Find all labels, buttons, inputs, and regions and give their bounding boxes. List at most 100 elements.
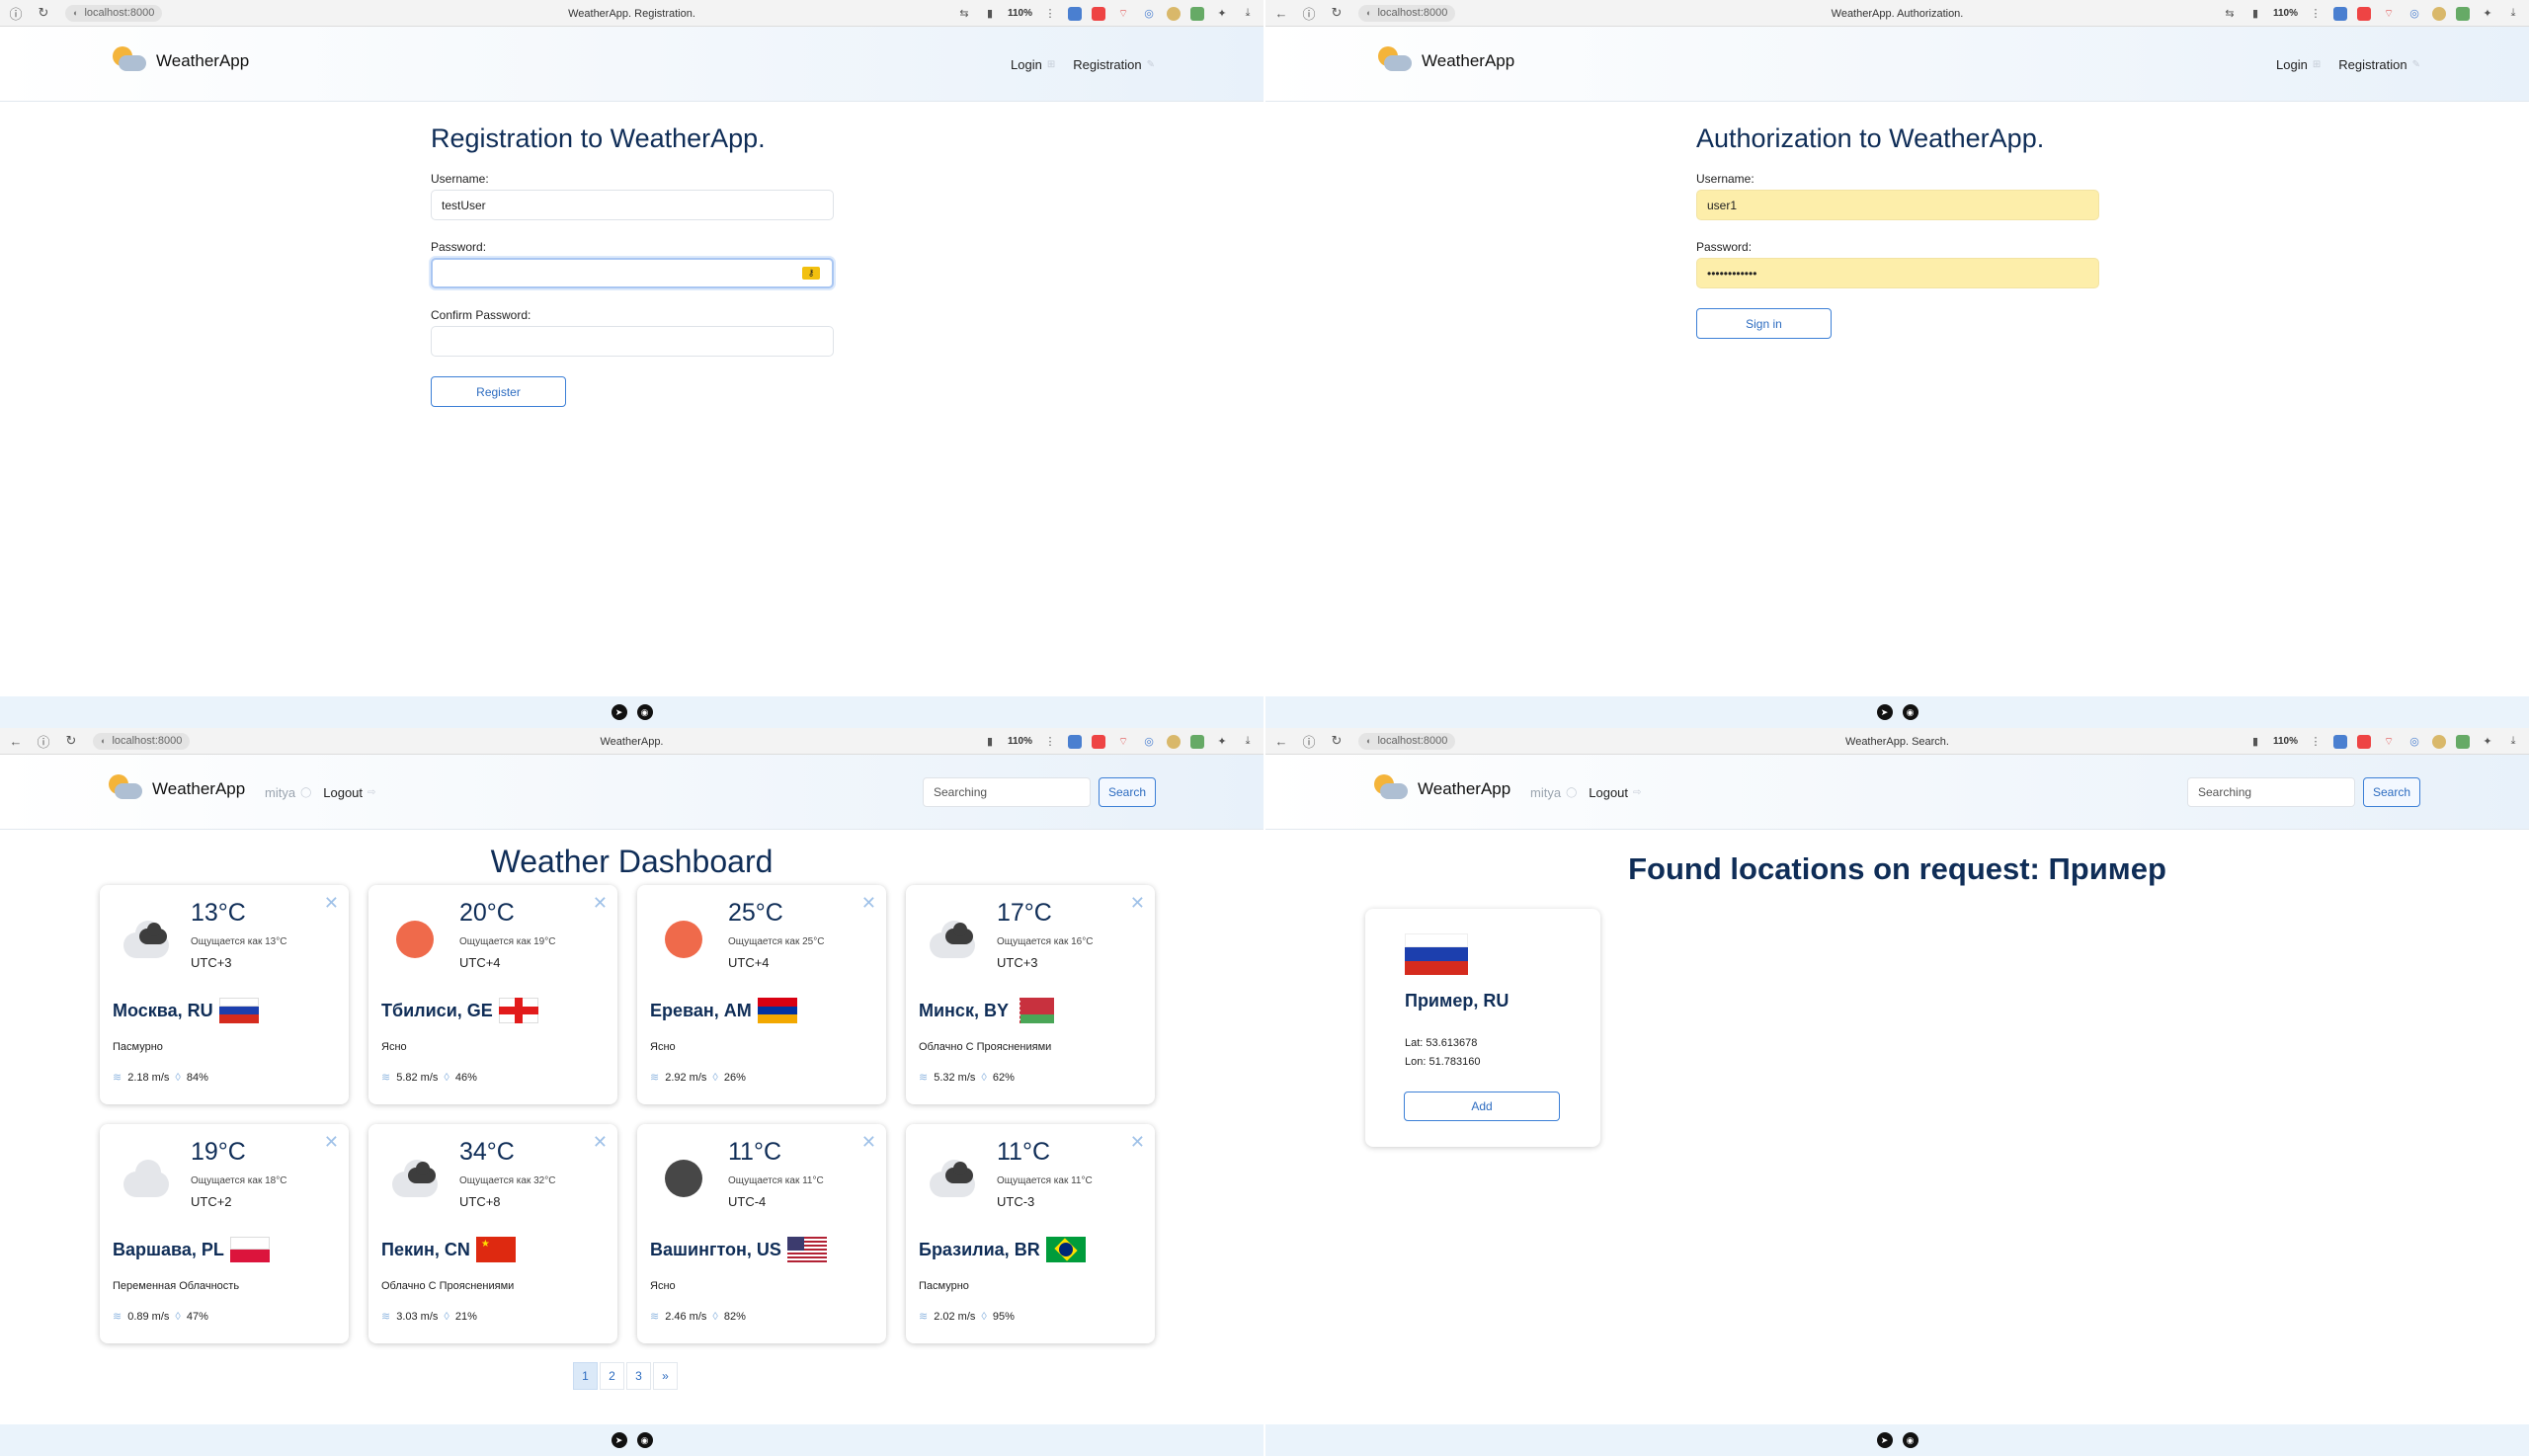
app-logo[interactable]: WeatherApp <box>1372 772 1510 806</box>
confirm-password-field[interactable] <box>431 326 834 357</box>
more-icon[interactable]: ⋮ <box>1042 6 1058 22</box>
address-bar[interactable]: ◐ localhost:8000 <box>1358 4 1456 22</box>
next-page-button[interactable]: » <box>653 1362 678 1390</box>
compass-icon[interactable]: ◎ <box>2407 734 2422 750</box>
address-bar[interactable]: ◐ localhost:8000 <box>93 732 191 750</box>
download-icon[interactable]: ⤓ <box>2505 6 2521 22</box>
register-button[interactable]: Register <box>431 376 566 407</box>
add-location-button[interactable]: Add <box>1404 1092 1560 1121</box>
back-icon[interactable]: ← <box>1271 731 1291 751</box>
bookmark-icon[interactable]: ▮ <box>982 6 998 22</box>
extension-icon[interactable] <box>1092 734 1105 749</box>
search-input[interactable]: Searching <box>923 777 1091 807</box>
page-2-button[interactable]: 2 <box>600 1362 624 1390</box>
address-bar[interactable]: ◐ localhost:8000 <box>1358 732 1456 750</box>
reload-icon[interactable]: ↻ <box>1327 731 1346 751</box>
back-icon[interactable]: ← <box>1271 3 1291 23</box>
back-icon[interactable]: ← <box>6 731 26 751</box>
download-icon[interactable]: ⤓ <box>2505 734 2521 750</box>
reload-icon[interactable]: ↻ <box>61 731 81 751</box>
extension-icon[interactable] <box>2357 6 2371 21</box>
logout-link[interactable]: Logout ⇨ <box>323 785 375 800</box>
login-link[interactable]: Login ⊞ <box>1011 57 1055 72</box>
compass-icon[interactable]: ◎ <box>1141 734 1157 750</box>
telegram-icon[interactable]: ➤ <box>611 704 627 720</box>
github-icon[interactable]: ◉ <box>636 704 653 720</box>
app-logo[interactable]: WeatherApp <box>1376 44 1514 78</box>
address-bar[interactable]: ◐ localhost:8000 <box>65 4 163 22</box>
bookmark-icon[interactable]: ▮ <box>982 734 998 750</box>
extension-icon[interactable] <box>2432 734 2446 749</box>
puzzle-icon[interactable]: ✦ <box>1214 734 1230 750</box>
translate-icon[interactable]: ⇆ <box>2222 6 2238 22</box>
registration-link[interactable]: Registration ✎ <box>2338 57 2420 72</box>
github-icon[interactable]: ◉ <box>1902 704 1918 720</box>
close-icon[interactable]: ✕ <box>1130 893 1145 914</box>
app-logo[interactable]: WeatherApp <box>107 772 245 806</box>
extension-icon[interactable] <box>2456 6 2470 21</box>
password-field[interactable]: •••••••••••• <box>1696 258 2099 288</box>
telegram-icon[interactable]: ➤ <box>1876 1432 1893 1448</box>
logout-link[interactable]: Logout ⇨ <box>1589 785 1641 800</box>
search-button[interactable]: Search <box>2363 777 2420 807</box>
download-icon[interactable]: ⤓ <box>1240 6 1256 22</box>
extension-icon[interactable] <box>2432 6 2446 21</box>
puzzle-icon[interactable]: ✦ <box>2480 6 2495 22</box>
info-icon[interactable]: ⓘ <box>1299 3 1319 23</box>
extension-icon[interactable] <box>1167 6 1181 21</box>
username-field[interactable]: user1 <box>1696 190 2099 220</box>
username-field[interactable]: testUser <box>431 190 834 220</box>
close-icon[interactable]: ✕ <box>861 893 876 914</box>
extension-icon[interactable] <box>2357 734 2371 749</box>
translate-icon[interactable]: ⇆ <box>956 6 972 22</box>
zoom-level[interactable]: 110% <box>1008 736 1032 747</box>
telegram-icon[interactable]: ➤ <box>1876 704 1893 720</box>
more-icon[interactable]: ⋮ <box>2308 734 2324 750</box>
page-1-button[interactable]: 1 <box>573 1362 598 1390</box>
extension-icon[interactable] <box>1190 6 1204 21</box>
extension-icon[interactable] <box>1190 734 1204 749</box>
close-icon[interactable]: ✕ <box>861 1132 876 1153</box>
info-icon[interactable]: ⓘ <box>1299 731 1319 751</box>
puzzle-icon[interactable]: ✦ <box>2480 734 2495 750</box>
zoom-level[interactable]: 110% <box>2273 8 2298 19</box>
close-icon[interactable]: ✕ <box>593 1132 608 1153</box>
wifi-icon[interactable]: ⌔ <box>2381 6 2397 22</box>
extension-icon[interactable] <box>2456 734 2470 749</box>
reload-icon[interactable]: ↻ <box>1327 3 1346 23</box>
wifi-icon[interactable]: ⌔ <box>2381 734 2397 750</box>
search-input[interactable]: Searching <box>2187 777 2355 807</box>
close-icon[interactable]: ✕ <box>1130 1132 1145 1153</box>
github-icon[interactable]: ◉ <box>636 1432 653 1448</box>
close-icon[interactable]: ✕ <box>593 893 608 914</box>
github-icon[interactable]: ◉ <box>1902 1432 1918 1448</box>
zoom-level[interactable]: 110% <box>2273 736 2298 747</box>
info-icon[interactable]: ⓘ <box>34 731 53 751</box>
password-field[interactable]: ⚷ <box>431 258 834 288</box>
extension-icon[interactable] <box>2333 6 2347 21</box>
wifi-icon[interactable]: ⌔ <box>1115 6 1131 22</box>
key-icon[interactable]: ⚷ <box>802 267 820 280</box>
more-icon[interactable]: ⋮ <box>2308 6 2324 22</box>
sign-in-button[interactable]: Sign in <box>1696 308 1832 339</box>
info-icon[interactable]: ⓘ <box>6 3 26 23</box>
page-3-button[interactable]: 3 <box>626 1362 651 1390</box>
close-icon[interactable]: ✕ <box>324 1132 339 1153</box>
reload-icon[interactable]: ↻ <box>34 3 53 23</box>
search-button[interactable]: Search <box>1099 777 1156 807</box>
compass-icon[interactable]: ◎ <box>1141 6 1157 22</box>
extension-icon[interactable] <box>1092 6 1105 21</box>
extension-icon[interactable] <box>1068 734 1082 749</box>
puzzle-icon[interactable]: ✦ <box>1214 6 1230 22</box>
bookmark-icon[interactable]: ▮ <box>2247 734 2263 750</box>
wifi-icon[interactable]: ⌔ <box>1115 734 1131 750</box>
registration-link[interactable]: Registration ✎ <box>1073 57 1155 72</box>
extension-icon[interactable] <box>2333 734 2347 749</box>
bookmark-icon[interactable]: ▮ <box>2247 6 2263 22</box>
extension-icon[interactable] <box>1167 734 1181 749</box>
compass-icon[interactable]: ◎ <box>2407 6 2422 22</box>
username-link[interactable]: mitya ◯ <box>1530 785 1577 800</box>
app-logo[interactable]: WeatherApp <box>111 44 249 78</box>
username-link[interactable]: mitya ◯ <box>265 785 311 800</box>
download-icon[interactable]: ⤓ <box>1240 734 1256 750</box>
